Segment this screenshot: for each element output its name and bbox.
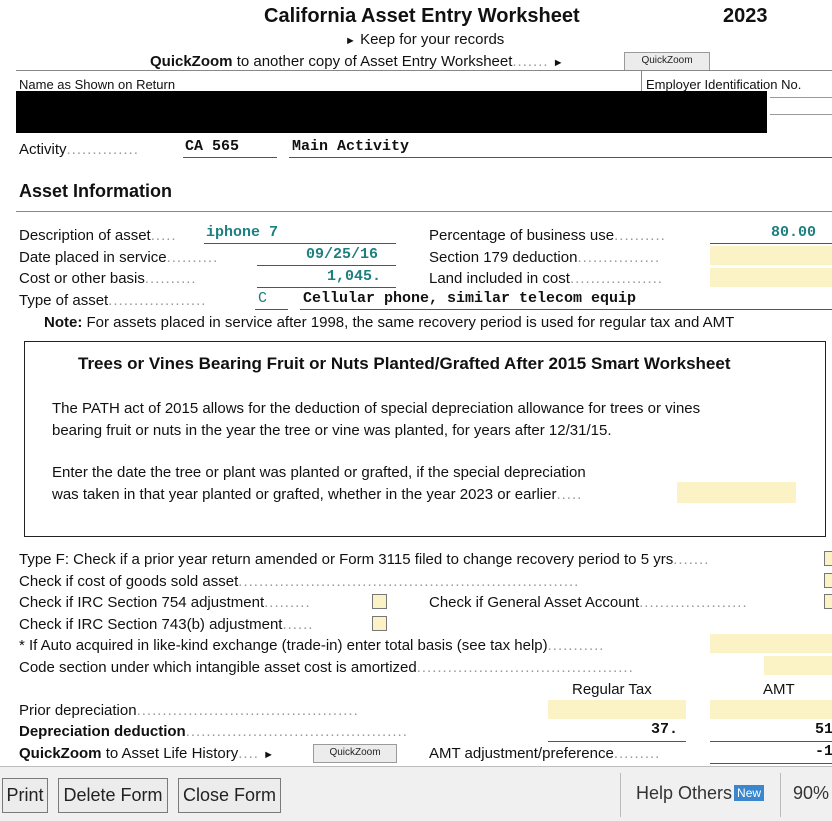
arrow-right-icon: ► [552, 57, 564, 69]
quickzoom-copy-button[interactable]: QuickZoom [624, 52, 710, 71]
prior-depreciation-label: Prior depreciation......................… [19, 702, 359, 719]
type-description: Cellular phone, similar telecom equip [303, 290, 637, 307]
amt-adjustment-label: AMT adjustment/preference......... [429, 745, 661, 762]
auto-acquired-label: * If Auto acquired in like-kind exchange… [19, 637, 605, 654]
quickzoom-text: to another copy of Asset Entry Worksheet [236, 53, 513, 70]
arrow-right-icon: ► [263, 749, 274, 761]
irc-743b-label: Check if IRC Section 743(b) adjustment..… [19, 616, 314, 633]
name-label: Name as Shown on Return [19, 77, 176, 92]
path-act-text-1: The PATH act of 2015 allows for the dedu… [52, 400, 701, 417]
trees-vines-smart-worksheet: Trees or Vines Bearing Fruit or Nuts Pla… [24, 341, 826, 537]
regular-tax-header: Regular Tax [572, 681, 652, 698]
activity-name[interactable]: Main Activity [292, 138, 409, 155]
land-in-cost-label: Land included in cost.................. [429, 270, 663, 287]
quickzoom-copy-line: QuickZoom to another copy of Asset Entry… [150, 53, 564, 70]
cost-basis-label: Cost or other basis.......... [19, 270, 197, 287]
general-asset-account-label: Check if General Asset Account..........… [429, 594, 748, 611]
planted-date-field[interactable] [677, 482, 796, 503]
asset-info-heading: Asset Information [19, 181, 173, 201]
activity-label: Activity.............. [19, 141, 139, 158]
prior-depreciation-amt-field[interactable] [710, 700, 832, 719]
arrow-right-icon: ► [345, 35, 356, 47]
type-f-checkbox[interactable] [824, 551, 832, 566]
delete-form-button[interactable]: Delete Form [58, 778, 168, 813]
quickzoom-label: QuickZoom [150, 53, 233, 70]
land-in-cost-field[interactable] [710, 268, 832, 287]
depreciation-deduction-amt: 51 [815, 721, 832, 738]
code-section-field[interactable] [764, 656, 832, 675]
section-179-field[interactable] [710, 246, 832, 265]
keep-records-note: ► Keep for your records [345, 31, 504, 48]
bottom-toolbar: Print Delete Form Close Form Help Others… [0, 766, 832, 821]
ein-field[interactable] [770, 97, 832, 115]
close-form-button[interactable]: Close Form [178, 778, 281, 813]
irc-743b-checkbox[interactable] [372, 616, 387, 631]
cogs-label: Check if cost of goods sold asset.......… [19, 573, 580, 590]
name-field-redacted[interactable] [16, 91, 767, 133]
business-use-field[interactable]: 80.00 [771, 224, 816, 241]
general-asset-account-checkbox[interactable] [824, 594, 832, 609]
business-use-label: Percentage of business use.......... [429, 227, 666, 244]
date-in-service-field[interactable]: 09/25/16 [306, 246, 378, 263]
ein-label: Employer Identification No. [646, 77, 802, 92]
cost-basis-field[interactable]: 1,045. [327, 268, 381, 285]
prior-depreciation-regular-field[interactable] [548, 700, 686, 719]
amt-header: AMT [763, 681, 795, 698]
zoom-level[interactable]: 90% [793, 783, 829, 804]
new-badge: New [734, 785, 765, 801]
description-label: Description of asset..... [19, 227, 177, 244]
type-code-field[interactable]: C [258, 290, 267, 307]
smart-worksheet-title: Trees or Vines Bearing Fruit or Nuts Pla… [78, 354, 731, 373]
recovery-note: Note: For assets placed in service after… [44, 314, 735, 331]
irc-754-label: Check if IRC Section 754 adjustment.....… [19, 594, 311, 611]
planted-date-text-1: Enter the date the tree or plant was pla… [52, 464, 586, 481]
help-others-link[interactable]: Help Others New [636, 783, 765, 804]
quickzoom-life-history-button[interactable]: QuickZoom [313, 744, 397, 763]
section-179-label: Section 179 deduction................ [429, 249, 661, 266]
code-section-label: Code section under which intangible asse… [19, 659, 634, 676]
date-in-service-label: Date placed in service.......... [19, 249, 219, 266]
auto-acquired-basis-field[interactable] [710, 634, 832, 653]
type-f-label: Type F: Check if a prior year return ame… [19, 551, 710, 568]
print-button[interactable]: Print [2, 778, 48, 813]
keep-records-text: Keep for your records [360, 31, 505, 48]
depreciation-deduction-regular: 37. [651, 721, 679, 738]
type-of-asset-label: Type of asset................... [19, 292, 207, 309]
irc-754-checkbox[interactable] [372, 594, 387, 609]
form-year: 2023 [723, 5, 768, 27]
path-act-text-2: bearing fruit or nuts in the year the tr… [52, 422, 612, 439]
form-title: California Asset Entry Worksheet [264, 5, 580, 27]
planted-date-text-2: was taken in that year planted or grafte… [52, 486, 583, 503]
depreciation-deduction-label: Depreciation deduction..................… [19, 723, 408, 740]
activity-code[interactable]: CA 565 [185, 138, 239, 155]
description-field[interactable]: iphone 7 [206, 224, 278, 241]
cogs-checkbox[interactable] [824, 573, 832, 588]
asset-life-history-line: QuickZoom to Asset Life History.... ► [19, 745, 274, 762]
amt-adjustment-value: -14 [815, 743, 832, 760]
